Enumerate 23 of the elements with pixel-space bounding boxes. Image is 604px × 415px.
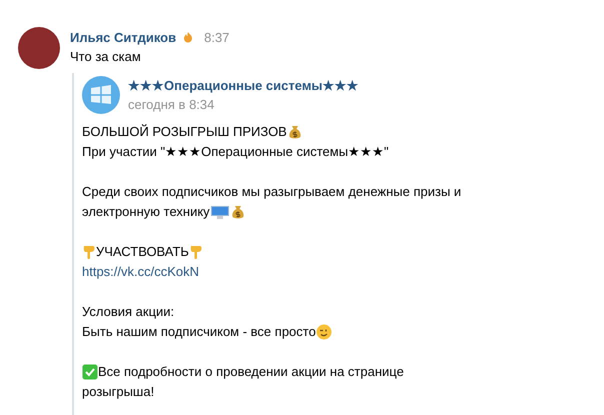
avatar[interactable] — [18, 27, 60, 69]
post-text: При участии "★★★Операционные системы★★★" — [82, 143, 389, 161]
post-text: Все подробности о проведении акции на странице — [98, 363, 404, 381]
post-text: электронную технику — [82, 203, 210, 221]
flame-icon — [182, 31, 194, 43]
post-text: УЧАСТВОВАТЬ — [96, 243, 189, 261]
post-text: Условия акции: — [82, 303, 174, 321]
author-name[interactable]: Ильяс Ситдиков — [70, 30, 176, 44]
computer-icon — [210, 204, 230, 220]
money-bag-icon — [230, 204, 246, 220]
post-text: розыгрыша! — [82, 383, 154, 401]
pointing-down-icon — [188, 244, 203, 260]
post-text: Быть нашим подписчиком - все просто — [82, 323, 316, 341]
money-bag-icon — [286, 124, 303, 140]
post-text: БОЛЬШОЙ РОЗЫГРЫШ ПРИЗОВ — [82, 123, 287, 141]
message-text: Что за скам — [70, 48, 142, 66]
pointing-down-icon — [82, 244, 96, 260]
winking-face-icon — [316, 324, 332, 340]
check-icon — [82, 364, 98, 380]
post-text: Среди своих подписчиков мы разыгрываем денежные призы и — [82, 183, 462, 201]
group-name[interactable]: ★★★Операционные системы★★★ — [128, 76, 359, 95]
post-link[interactable]: https://vk.cc/ccKokN — [82, 262, 200, 282]
message-time: 8:37 — [204, 30, 230, 44]
